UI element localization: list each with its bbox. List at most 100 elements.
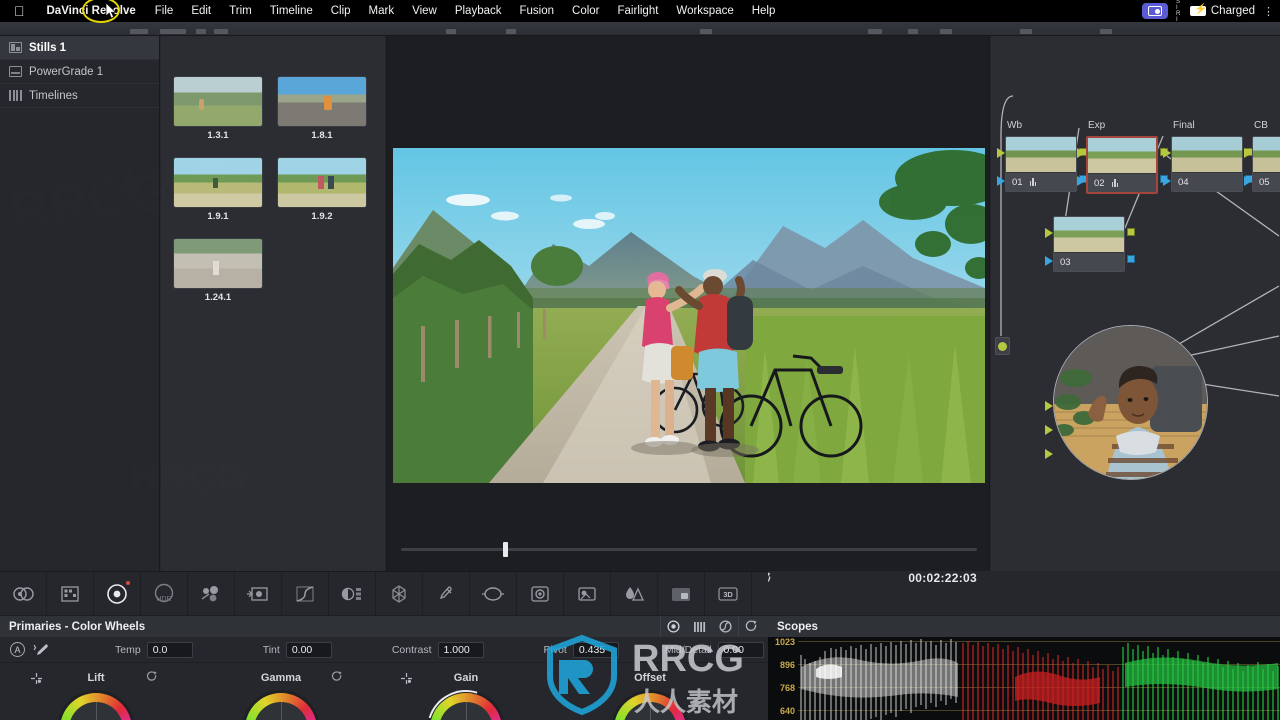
menu-item-playback[interactable]: Playback xyxy=(446,5,511,17)
node-source-icon[interactable] xyxy=(995,337,1010,355)
node-input-socket[interactable] xyxy=(1045,228,1053,238)
pivot-value[interactable]: 0.435 xyxy=(572,641,619,658)
screen-share-icon[interactable] xyxy=(1142,3,1169,19)
color-warper-icon[interactable] xyxy=(329,571,376,616)
wheel-picker-icon[interactable] xyxy=(30,672,43,685)
node-03[interactable]: 03 xyxy=(1045,216,1135,272)
node-output-socket[interactable] xyxy=(1127,228,1135,236)
mid-detail-value[interactable]: 0.00 xyxy=(717,641,764,658)
contrast-field[interactable]: Contrast 1.000 xyxy=(392,641,484,658)
still-image[interactable] xyxy=(277,157,367,208)
sizing-icon[interactable] xyxy=(658,571,705,616)
temp-field[interactable]: Temp 0.0 xyxy=(115,641,193,658)
menu-item-timeline[interactable]: Timeline xyxy=(261,5,322,17)
node-key-input-socket[interactable] xyxy=(1077,176,1085,186)
menu-item-help[interactable]: Help xyxy=(743,5,785,17)
key-icon[interactable] xyxy=(611,571,658,616)
qualifier-icon[interactable] xyxy=(376,571,423,616)
contrast-value[interactable]: 1.000 xyxy=(437,641,484,658)
motion-effects-icon[interactable] xyxy=(235,571,282,616)
still-image[interactable] xyxy=(277,76,367,127)
node-key-input-socket[interactable] xyxy=(1244,176,1252,186)
still-image[interactable] xyxy=(173,157,263,208)
reset-icon[interactable] xyxy=(331,671,343,683)
temp-value[interactable]: 0.0 xyxy=(146,641,193,658)
hdr-wheels-icon[interactable]: HDR xyxy=(141,571,188,616)
node-input-socket[interactable] xyxy=(1163,148,1171,158)
stereo-3d-icon[interactable]: 3D xyxy=(705,571,752,616)
offset-wheel[interactable] xyxy=(614,693,686,720)
apple-icon[interactable]:  xyxy=(0,4,37,18)
color-wheels-icon[interactable] xyxy=(94,571,141,616)
still-image[interactable] xyxy=(173,76,263,127)
node-input-socket[interactable] xyxy=(1244,148,1252,158)
menu-item-clip[interactable]: Clip xyxy=(322,5,360,17)
sidebar-item-stills-1[interactable]: Stills 1 xyxy=(0,36,159,60)
still-thumbnail[interactable]: 1.3.1 xyxy=(173,76,263,141)
tracker-icon[interactable] xyxy=(470,571,517,616)
mid-detail-field[interactable]: Mid/Detail 0.00 xyxy=(665,641,764,658)
menu-item-mark[interactable]: Mark xyxy=(360,5,404,17)
still-thumbnail[interactable]: 1.8.1 xyxy=(277,76,367,141)
tint-field[interactable]: Tint 0.00 xyxy=(263,641,332,658)
camera-raw-icon[interactable] xyxy=(0,571,47,616)
still-thumbnail[interactable]: 1.9.1 xyxy=(173,157,263,222)
blur-icon[interactable] xyxy=(564,571,611,616)
node-thumbnail xyxy=(1172,137,1242,172)
sidebar-item-timelines[interactable]: Timelines xyxy=(0,84,159,108)
node-02-exp[interactable]: Exp 02 xyxy=(1077,120,1168,194)
sidebar-item-powergrade-1[interactable]: PowerGrade 1 xyxy=(0,60,159,84)
node-01-wb[interactable]: Wb 01 xyxy=(997,120,1087,192)
node-input-socket[interactable] xyxy=(997,148,1005,158)
menu-item-edit[interactable]: Edit xyxy=(182,5,220,17)
auto-picker-icon[interactable] xyxy=(33,643,49,657)
auto-balance-button[interactable]: A xyxy=(10,642,25,657)
siri-icon[interactable]: SIRI xyxy=(1176,0,1181,23)
rgb-mixer-icon[interactable] xyxy=(188,571,235,616)
power-windows-icon[interactable] xyxy=(423,571,470,616)
gain-wheel[interactable] xyxy=(413,676,519,720)
viewer-playhead[interactable] xyxy=(503,542,508,557)
node-key-input-socket[interactable] xyxy=(997,176,1005,186)
color-match-icon[interactable] xyxy=(47,571,94,616)
gamma-wheel[interactable] xyxy=(245,693,317,720)
node-input-socket[interactable] xyxy=(1077,148,1085,158)
reset-icon[interactable] xyxy=(738,615,764,638)
node-label: CB xyxy=(1254,120,1268,131)
wheel-picker-icon[interactable] xyxy=(400,672,413,685)
waveform-scope[interactable]: 1023 896 768 640 512 xyxy=(768,637,1280,720)
node-key-input-socket[interactable] xyxy=(1163,176,1171,186)
viewer-scrubber-track[interactable] xyxy=(401,548,977,551)
primaries-log-icon[interactable] xyxy=(712,616,738,638)
node-output-arrow[interactable] xyxy=(1045,449,1053,459)
pivot-field[interactable]: Pivot 0.435 xyxy=(544,641,619,658)
curves-icon[interactable] xyxy=(282,571,329,616)
menu-item-fusion[interactable]: Fusion xyxy=(511,5,564,17)
menu-item-file[interactable]: File xyxy=(146,5,183,17)
primaries-bars-icon[interactable] xyxy=(686,616,712,638)
node-output-arrow[interactable] xyxy=(1045,401,1053,411)
node-04-final[interactable]: Final 04 xyxy=(1163,120,1253,192)
viewer-video-image[interactable] xyxy=(393,148,985,483)
node-key-input-socket[interactable] xyxy=(1045,256,1053,266)
menu-item-color[interactable]: Color xyxy=(563,5,608,17)
tint-value[interactable]: 0.00 xyxy=(285,641,332,658)
still-image[interactable] xyxy=(173,238,263,289)
magic-mask-icon[interactable] xyxy=(517,571,564,616)
lift-wheel[interactable] xyxy=(60,693,132,720)
battery-charging-icon[interactable]: ⚡ xyxy=(1189,4,1207,16)
menu-item-trim[interactable]: Trim xyxy=(220,5,261,17)
menu-item-workspace[interactable]: Workspace xyxy=(667,5,742,17)
color-viewer-panel: ▾ xyxy=(386,36,990,585)
control-center-icon[interactable]: ⋮ xyxy=(1263,5,1274,18)
reset-icon[interactable] xyxy=(146,671,158,683)
node-05-cb[interactable]: CB 05 xyxy=(1244,120,1280,192)
menu-item-fairlight[interactable]: Fairlight xyxy=(609,5,668,17)
still-thumbnail[interactable]: 1.9.2 xyxy=(277,157,367,222)
still-thumbnail[interactable]: 1.24.1 xyxy=(173,238,263,303)
node-key-output-socket[interactable] xyxy=(1127,255,1135,263)
primaries-wheels-icon[interactable] xyxy=(660,615,686,638)
node-output-arrow[interactable] xyxy=(1045,425,1053,435)
menu-item-view[interactable]: View xyxy=(403,5,446,17)
resolve-main-window: Stills 1 PowerGrade 1 Timelines 1.3.1 1.… xyxy=(0,6,1280,720)
